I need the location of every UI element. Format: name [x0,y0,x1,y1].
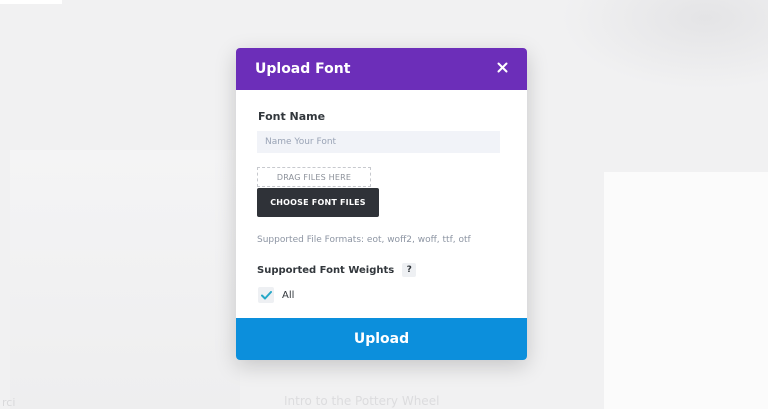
modal-body: Font Name DRAG FILES HERE CHOOSE FONT FI… [236,90,527,318]
checkmark-icon [260,290,272,299]
background-glow [560,0,768,90]
close-icon[interactable] [497,62,508,76]
modal-title: Upload Font [255,61,351,77]
all-weights-label: All [282,289,295,301]
supported-font-weights-row: Supported Font Weights ? [257,263,417,277]
font-name-input[interactable] [257,131,500,153]
choose-font-files-button[interactable]: CHOOSE FONT FILES [257,188,379,217]
font-name-label: Font Name [258,110,326,123]
background-block [0,0,62,4]
upload-font-modal: Upload Font Font Name DRAG FILES HERE CH… [236,48,527,360]
background-panel-right [604,172,768,409]
close-icon-glyph [497,62,508,73]
background-footer-center-text: Intro to the Pottery Wheel [284,394,440,408]
all-weights-checkbox[interactable] [258,287,274,303]
upload-button[interactable]: Upload [236,318,527,360]
drag-files-zone[interactable]: DRAG FILES HERE [257,167,371,187]
supported-formats-text: Supported File Formats: eot, woff2, woff… [257,235,471,245]
weight-option-all[interactable]: All [258,287,294,303]
background-footer-left-text: rci [2,396,16,409]
background-panel-left [10,150,240,409]
help-icon[interactable]: ? [402,263,417,277]
supported-font-weights-label: Supported Font Weights [257,264,395,276]
modal-header: Upload Font [236,48,527,90]
